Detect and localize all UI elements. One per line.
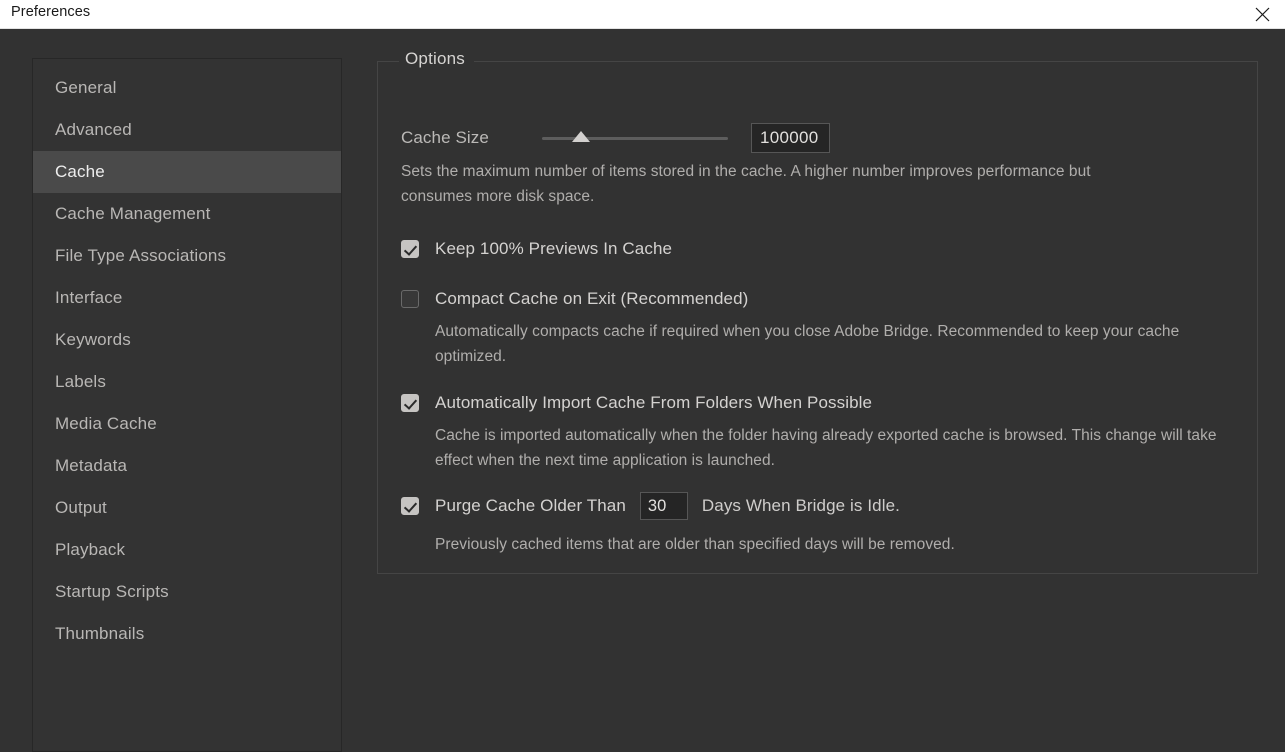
sidebar-item-label: Labels [55,372,106,392]
slider-thumb[interactable] [572,131,590,142]
checkbox-label-compact-cache: Compact Cache on Exit (Recommended) [435,289,748,309]
auto-import-cache-description: Cache is imported automatically when the… [435,423,1225,473]
sidebar-item-label: Advanced [55,120,132,140]
checkbox-row-compact-cache[interactable]: Compact Cache on Exit (Recommended) [401,289,748,309]
sidebar-item-label: Playback [55,540,125,560]
sidebar-item-label: Media Cache [55,414,157,434]
sidebar-item-interface[interactable]: Interface [33,277,341,319]
sidebar-item-media-cache[interactable]: Media Cache [33,403,341,445]
sidebar-item-label: Startup Scripts [55,582,169,602]
preferences-window: General Advanced Cache Cache Management … [0,29,1285,746]
sidebar-item-label: General [55,78,117,98]
close-icon [1255,7,1270,22]
checkbox-auto-import-cache[interactable] [401,394,419,412]
checkbox-label-purge-cache: Purge Cache Older Than [435,496,626,516]
sidebar-item-playback[interactable]: Playback [33,529,341,571]
title-bar: Preferences [0,0,1285,29]
sidebar-item-label: Metadata [55,456,127,476]
options-content: Cache Size 100000 Sets the maximum numbe… [378,62,1257,573]
purge-cache-description: Previously cached items that are older t… [435,532,1225,557]
checkbox-compact-cache[interactable] [401,290,419,308]
sidebar-item-advanced[interactable]: Advanced [33,109,341,151]
cache-size-row: Cache Size 100000 [401,123,830,153]
cache-size-input[interactable]: 100000 [751,123,830,153]
sidebar-item-metadata[interactable]: Metadata [33,445,341,487]
checkbox-row-keep-previews[interactable]: Keep 100% Previews In Cache [401,239,672,259]
sidebar-item-label: File Type Associations [55,246,226,266]
sidebar-item-keywords[interactable]: Keywords [33,319,341,361]
checkbox-purge-cache[interactable] [401,497,419,515]
slider-track [542,137,728,140]
cache-size-description: Sets the maximum number of items stored … [401,159,1131,209]
sidebar-item-startup-scripts[interactable]: Startup Scripts [33,571,341,613]
checkbox-keep-previews[interactable] [401,240,419,258]
sidebar-item-thumbnails[interactable]: Thumbnails [33,613,341,655]
sidebar-item-output[interactable]: Output [33,487,341,529]
close-button[interactable] [1239,0,1285,29]
cache-size-slider[interactable] [542,127,728,149]
sidebar-item-label: Interface [55,288,123,308]
sidebar-item-label: Keywords [55,330,131,350]
checkbox-row-auto-import-cache[interactable]: Automatically Import Cache From Folders … [401,393,872,413]
sidebar-item-label: Thumbnails [55,624,144,644]
sidebar-item-label: Output [55,498,107,518]
sidebar-item-label: Cache Management [55,204,211,224]
sidebar-item-labels[interactable]: Labels [33,361,341,403]
sidebar-item-general[interactable]: General [33,67,341,109]
compact-cache-description: Automatically compacts cache if required… [435,319,1210,369]
preferences-category-list: General Advanced Cache Cache Management … [32,58,342,752]
sidebar-list: General Advanced Cache Cache Management … [33,67,341,655]
options-group: Options Cache Size 100000 Sets the maxim… [377,61,1258,574]
window-title: Preferences [11,4,90,20]
purge-days-suffix-label: Days When Bridge is Idle. [702,496,900,516]
sidebar-item-file-type-associations[interactable]: File Type Associations [33,235,341,277]
cache-size-label: Cache Size [401,128,521,148]
checkbox-label-auto-import-cache: Automatically Import Cache From Folders … [435,393,872,413]
purge-days-input[interactable]: 30 [640,492,688,520]
checkbox-label-keep-previews: Keep 100% Previews In Cache [435,239,672,259]
sidebar-item-cache[interactable]: Cache [33,151,341,193]
checkbox-row-purge-cache[interactable]: Purge Cache Older Than 30 Days When Brid… [401,492,900,520]
sidebar-item-label: Cache [55,162,105,182]
sidebar-item-cache-management[interactable]: Cache Management [33,193,341,235]
